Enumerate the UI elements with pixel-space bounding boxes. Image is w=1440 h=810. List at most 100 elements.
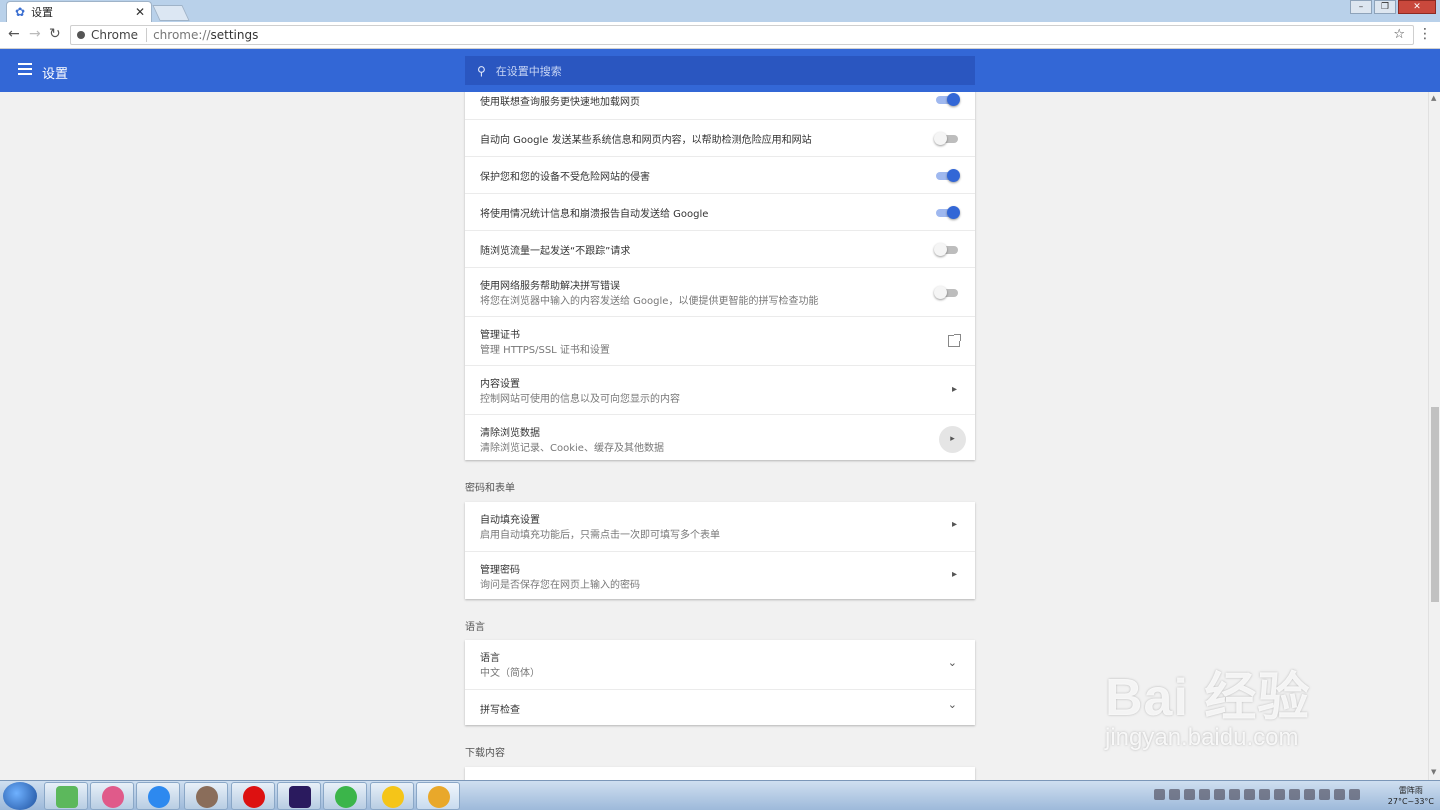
- avatar-app-icon: [196, 786, 218, 808]
- scroll-up-icon[interactable]: ▲: [1431, 94, 1436, 102]
- taskbar-app[interactable]: [370, 782, 414, 810]
- clear-browsing-data-row[interactable]: 清除浏览数据 清除浏览记录、Cookie、缓存及其他数据 ▸: [465, 414, 975, 460]
- chip-label: Chrome: [91, 28, 139, 42]
- weather-widget[interactable]: 雷阵雨 27°C~33°C: [1388, 785, 1434, 807]
- taskbar-app[interactable]: [44, 782, 88, 810]
- setting-label: 清除浏览数据: [480, 428, 540, 439]
- settings-header: 设置 ⚲ 在设置中搜索: [0, 49, 1440, 92]
- setting-row[interactable]: 自动向 Google 发送某些系统信息和网页内容，以帮助检测危险应用和网站: [465, 119, 975, 156]
- setting-label: 使用联想查询服务更快速地加载网页: [480, 97, 640, 108]
- tray-icon[interactable]: [1199, 789, 1210, 800]
- setting-label: 管理密码: [480, 565, 520, 576]
- page-title: 设置: [42, 67, 69, 82]
- scrollbar-thumb[interactable]: [1431, 407, 1439, 602]
- setting-row[interactable]: 将使用情况统计信息和崩溃报告自动发送给 Google: [465, 193, 975, 230]
- settings-search-input[interactable]: ⚲ 在设置中搜索: [465, 56, 975, 85]
- refresh-app-icon: [148, 786, 170, 808]
- arrow-right-icon[interactable]: ▸: [939, 426, 966, 453]
- setting-label: 内容设置: [480, 379, 520, 390]
- taskbar-app[interactable]: [184, 782, 228, 810]
- setting-row[interactable]: 使用网络服务帮助解决拼写错误 将您在浏览器中输入的内容发送给 Google，以便…: [465, 267, 975, 316]
- language-card: 语言 中文（简体） ⌄ 拼写检查 ⌄: [465, 640, 975, 725]
- toggle-switch[interactable]: [934, 169, 960, 182]
- taskbar-app[interactable]: [136, 782, 180, 810]
- taskbar-app[interactable]: [90, 782, 134, 810]
- taskbar-app[interactable]: [323, 782, 367, 810]
- chevron-down-icon[interactable]: ⌄: [948, 698, 957, 711]
- scroll-down-icon[interactable]: ▼: [1431, 768, 1436, 776]
- search-icon: ⚲: [477, 63, 486, 78]
- restore-button[interactable]: ❐: [1374, 0, 1396, 14]
- toggle-switch[interactable]: [934, 286, 960, 299]
- back-icon[interactable]: ←: [8, 26, 20, 42]
- tray-icon[interactable]: [1349, 789, 1360, 800]
- content-settings-row[interactable]: 内容设置 控制网站可使用的信息以及可向您显示的内容 ▸: [465, 365, 975, 414]
- manage-certificates-row[interactable]: 管理证书 管理 HTTPS/SSL 证书和设置: [465, 316, 975, 365]
- toggle-switch[interactable]: [934, 93, 960, 106]
- tray-icon[interactable]: [1169, 789, 1180, 800]
- tray-icon[interactable]: [1274, 789, 1285, 800]
- taskbar-app[interactable]: [277, 782, 321, 810]
- autofill-settings-row[interactable]: 自动填充设置 启用自动填充功能后，只需点击一次即可填写多个表单 ▸: [465, 502, 975, 551]
- setting-sublabel: 清除浏览记录、Cookie、缓存及其他数据: [480, 443, 664, 454]
- section-title-downloads: 下载内容: [465, 748, 505, 759]
- close-tab-icon[interactable]: ✕: [135, 5, 145, 19]
- baidu-watermark: Bai 经验 jingyan.baidu.com: [1105, 655, 1310, 752]
- security-chip[interactable]: Chrome: [77, 28, 148, 42]
- tray-icon[interactable]: [1229, 789, 1240, 800]
- window-titlebar: ✿ 设置 ✕ – ❐ ✕: [0, 0, 1440, 22]
- taskbar-app[interactable]: [231, 782, 275, 810]
- setting-label: 自动向 Google 发送某些系统信息和网页内容，以帮助检测危险应用和网站: [480, 135, 812, 146]
- arrow-right-icon: ▸: [951, 384, 957, 395]
- premiere-app-icon: [289, 786, 311, 808]
- setting-label: 语言: [480, 653, 500, 664]
- spellcheck-row[interactable]: 拼写检查 ⌄: [465, 689, 975, 725]
- tray-icon[interactable]: [1214, 789, 1225, 800]
- tray-icon[interactable]: [1289, 789, 1300, 800]
- page-scrollbar[interactable]: ▲ ▼: [1428, 92, 1440, 780]
- watermark-brand: Bai 经验: [1105, 669, 1311, 727]
- toggle-switch[interactable]: [934, 132, 960, 145]
- tray-icon[interactable]: [1184, 789, 1195, 800]
- browser-toolbar: ← → ↻ Chrome chrome:// settings ☆ ⋮: [0, 22, 1440, 49]
- chevron-down-icon[interactable]: ⌄: [948, 656, 957, 669]
- passwords-card: 自动填充设置 启用自动填充功能后，只需点击一次即可填写多个表单 ▸ 管理密码 询…: [465, 502, 975, 599]
- record-app-icon: [243, 786, 265, 808]
- downloads-card: [465, 767, 975, 780]
- section-title-passwords: 密码和表单: [465, 483, 515, 494]
- setting-row[interactable]: 随浏览流量一起发送“不跟踪”请求: [465, 230, 975, 267]
- bookmark-star-icon[interactable]: ☆: [1393, 27, 1405, 42]
- setting-label: 管理证书: [480, 330, 520, 341]
- tray-icon[interactable]: [1154, 789, 1165, 800]
- forward-icon[interactable]: →: [29, 26, 41, 42]
- address-bar[interactable]: Chrome chrome:// settings ☆: [70, 25, 1414, 45]
- yellow-app-icon: [382, 786, 404, 808]
- setting-label: 自动填充设置: [480, 515, 540, 526]
- new-tab-button[interactable]: [152, 5, 190, 21]
- setting-row[interactable]: 保护您和您的设备不受危险网站的侵害: [465, 156, 975, 193]
- tray-icon[interactable]: [1259, 789, 1270, 800]
- tab-settings[interactable]: ✿ 设置 ✕: [6, 1, 152, 22]
- setting-sublabel: 将您在浏览器中输入的内容发送给 Google，以便提供更智能的拼写检查功能: [480, 296, 819, 307]
- reload-icon[interactable]: ↻: [49, 26, 61, 42]
- close-window-button[interactable]: ✕: [1398, 0, 1436, 14]
- browser-menu-icon[interactable]: ⋮: [1418, 26, 1432, 42]
- gear-icon: ✿: [15, 5, 26, 19]
- setting-sublabel: 启用自动填充功能后，只需点击一次即可填写多个表单: [480, 530, 720, 541]
- menu-icon[interactable]: [18, 63, 32, 75]
- tray-icon[interactable]: [1244, 789, 1255, 800]
- tray-icon[interactable]: [1334, 789, 1345, 800]
- toggle-switch[interactable]: [934, 243, 960, 256]
- setting-row[interactable]: 使用联想查询服务更快速地加载网页: [465, 92, 975, 119]
- taskbar-app-chrome[interactable]: [416, 782, 460, 810]
- chrome-app-icon: [428, 786, 450, 808]
- manage-passwords-row[interactable]: 管理密码 询问是否保存您在网页上输入的密码 ▸: [465, 551, 975, 599]
- privacy-card: 使用联想查询服务更快速地加载网页 自动向 Google 发送某些系统信息和网页内…: [465, 92, 975, 460]
- language-row[interactable]: 语言 中文（简体） ⌄: [465, 640, 975, 689]
- toggle-switch[interactable]: [934, 206, 960, 219]
- minimize-button[interactable]: –: [1350, 0, 1372, 14]
- tray-icon[interactable]: [1319, 789, 1330, 800]
- setting-sublabel: 控制网站可使用的信息以及可向您显示的内容: [480, 394, 680, 405]
- start-button[interactable]: [3, 782, 37, 810]
- tray-icon[interactable]: [1304, 789, 1315, 800]
